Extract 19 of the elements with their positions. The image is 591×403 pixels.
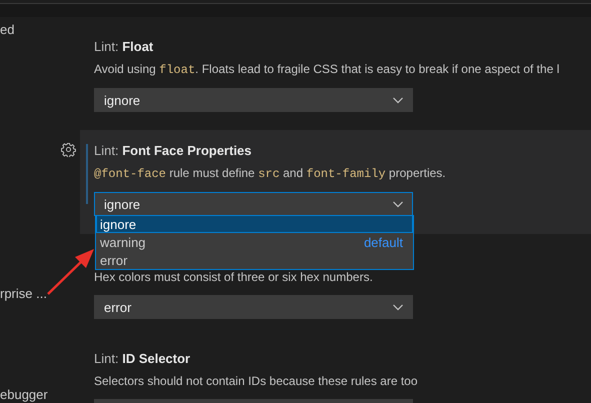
dropdown-option[interactable]: ignore bbox=[96, 215, 413, 233]
dropdown-option[interactable]: warning default bbox=[96, 233, 413, 251]
annotation-arrow bbox=[46, 246, 96, 296]
sidebar-item[interactable]: ebugger bbox=[0, 386, 48, 403]
dropdown-option[interactable]: error bbox=[96, 251, 413, 269]
default-label: default bbox=[364, 234, 403, 250]
settings-icon[interactable] bbox=[61, 142, 76, 157]
setting-select[interactable]: error bbox=[94, 295, 413, 319]
sidebar-item[interactable]: rprise ... bbox=[0, 285, 47, 302]
setting-title: Lint: Float bbox=[94, 38, 154, 56]
setting-description: @font-face rule must define src and font-family properties. bbox=[94, 165, 446, 183]
focus-indicator bbox=[86, 144, 88, 204]
setting-description: Selectors should not contain IDs because these rules are too bbox=[94, 373, 418, 390]
setting-title: Lint: ID Selector bbox=[94, 350, 190, 368]
setting-description: Hex colors must consist of three or six hex numbers. bbox=[94, 269, 373, 286]
setting-title: Lint: Font Face Properties bbox=[94, 142, 252, 160]
setting-description: Avoid using float. Floats lead to fragile CSS that is easy to break if one aspect of the l bbox=[94, 61, 560, 79]
setting-select[interactable]: ignore bbox=[94, 88, 413, 112]
sidebar-item[interactable]: ed bbox=[0, 21, 14, 38]
